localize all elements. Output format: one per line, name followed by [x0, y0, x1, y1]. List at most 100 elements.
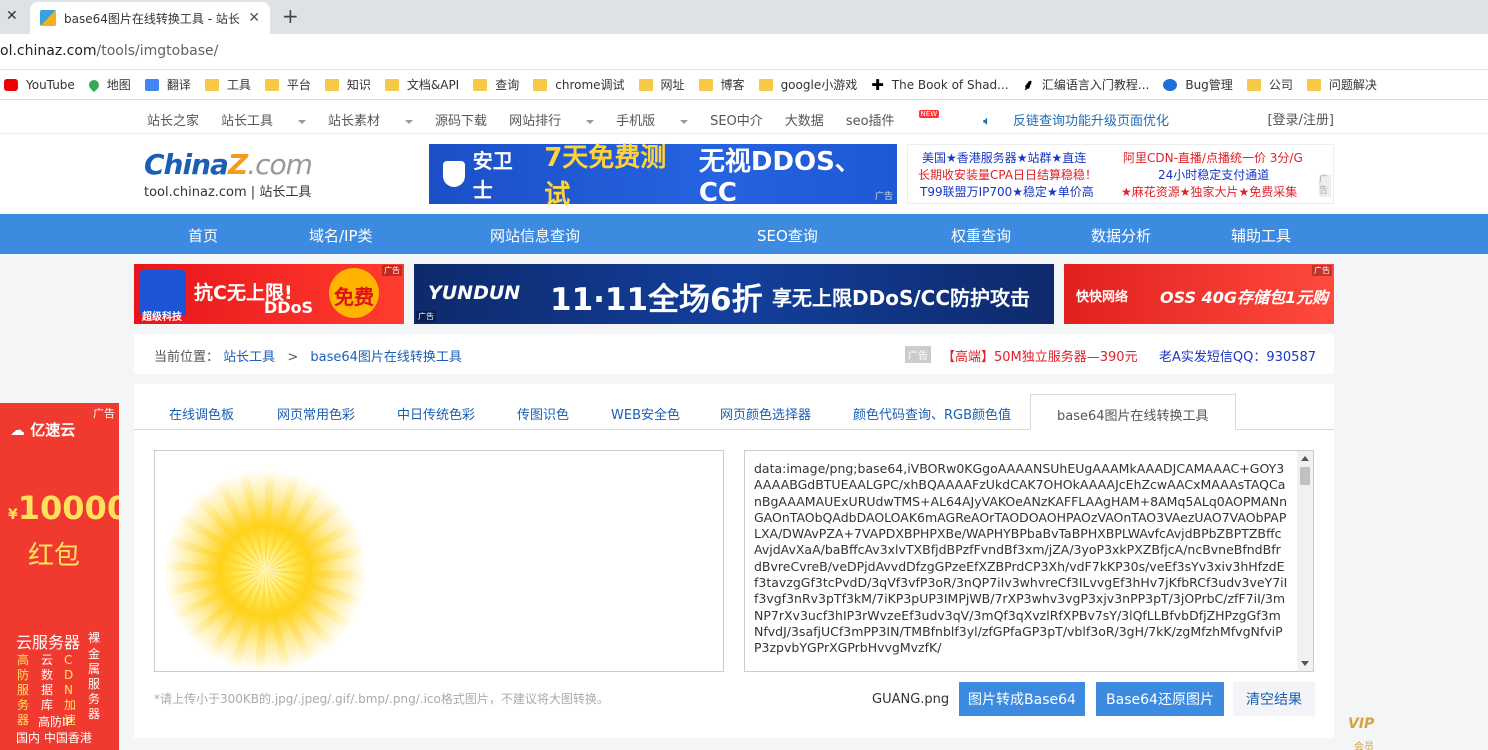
- topnav-notice-link[interactable]: 🔈︎ 反链查询功能升级页面优化: [983, 110, 1191, 129]
- restore-image-button[interactable]: Base64还原图片: [1096, 682, 1224, 716]
- bookmark-label: 汇编语言入门教程...: [1041, 78, 1150, 92]
- topnav-item-home[interactable]: 站长之家: [147, 110, 199, 129]
- new-tab-plus-icon[interactable]: +: [282, 4, 299, 28]
- scrollbar-thumb[interactable]: [1300, 467, 1310, 485]
- to-base64-button[interactable]: 图片转成Base64: [959, 682, 1085, 716]
- promo-link[interactable]: 【高端】50M独立服务器—390元: [942, 346, 1138, 365]
- banner-ad-yundun[interactable]: YUNDUN 11·11全场6折 享无上限DDoS/CC防护攻击 广告: [414, 264, 1054, 324]
- folder-icon: [204, 78, 219, 91]
- scroll-up-icon[interactable]: [1301, 456, 1309, 461]
- bookmark-item[interactable]: ✚ The Book of Shad...: [871, 75, 1008, 94]
- bookmark-item[interactable]: 工具: [204, 76, 251, 93]
- mainnav-item-domain[interactable]: 域名/IP类: [309, 225, 373, 246]
- topnav-item-plugin[interactable]: seo插件 NEW: [846, 110, 961, 129]
- text-ad-link[interactable]: 24小时稳定支付通道: [1158, 166, 1269, 183]
- mainnav-item-home[interactable]: 首页: [188, 225, 218, 246]
- text-ad-link[interactable]: ★麻花资源★独家大片★免费采集: [1121, 183, 1297, 200]
- bookmark-item[interactable]: ⸙ 汇编语言入门教程...: [1023, 76, 1150, 93]
- image-upload-area[interactable]: [154, 450, 724, 672]
- mainnav-item-weight[interactable]: 权重查询: [951, 225, 1011, 246]
- vip-badge[interactable]: VIP 会员: [1344, 700, 1388, 750]
- tab-web-safe[interactable]: WEB安全色: [611, 404, 680, 423]
- bookmark-item[interactable]: 问题解决: [1306, 76, 1377, 93]
- ad-highlight: 7天免费测试: [544, 143, 667, 210]
- tab-image-color-pick[interactable]: 传图识色: [517, 404, 569, 423]
- topnav-item-bigdata[interactable]: 大数据: [785, 110, 824, 129]
- header-ad-banner[interactable]: 安卫士 7天免费测试 无视DDOS、CC 广告: [429, 143, 897, 210]
- banner-ad-kuaikuai[interactable]: 快快网络 OSS 40G存储包1元购 广告: [1064, 264, 1334, 324]
- topnav-item-assets[interactable]: 站长素材: [328, 110, 414, 129]
- side-ad-col: 高防服务器: [17, 653, 30, 727]
- site-logo[interactable]: ChinaZ.com tool.chinaz.com | 站长工具: [144, 148, 313, 200]
- topnav-item-rank[interactable]: 网站排行: [509, 110, 595, 129]
- text-ad-link[interactable]: 美国★香港服务器★站群★直连: [922, 149, 1086, 166]
- mainnav-item-aux[interactable]: 辅助工具: [1231, 225, 1291, 246]
- topnav-item-label: 手机版: [616, 114, 656, 129]
- bookmark-item[interactable]: YouTube: [4, 78, 75, 92]
- tab-common-colors[interactable]: 网页常用色彩: [277, 404, 355, 423]
- speaker-icon: 🔈︎: [983, 114, 991, 129]
- bookmark-label: 查询: [495, 78, 520, 92]
- bookmark-item[interactable]: 知识: [324, 76, 371, 93]
- bookmark-item[interactable]: 翻译: [144, 76, 191, 93]
- topnav-item-source[interactable]: 源码下载: [435, 110, 487, 129]
- mainnav-item-seo[interactable]: SEO查询: [757, 225, 818, 246]
- topnav-item-tools[interactable]: 站长工具: [221, 110, 307, 129]
- close-icon[interactable]: ✕: [248, 10, 260, 26]
- text-ad-link[interactable]: T99联盟万IP700★稳定★单价高: [920, 183, 1094, 200]
- ad-tag: 广告: [1319, 175, 1331, 197]
- url-text[interactable]: ol.chinaz.com/tools/imgtobase/: [0, 43, 218, 59]
- banner-brand: YUNDUN: [428, 282, 521, 304]
- bookmark-item[interactable]: 查询: [473, 76, 519, 93]
- bookmark-item[interactable]: google小游戏: [758, 76, 857, 93]
- browser-tab-active[interactable]: base64图片在线转换工具 - 站长 ✕: [30, 2, 270, 34]
- side-ad-yisuyun[interactable]: ☁︎ 亿速云 广告 ¥10000 红包 云服务器 裸 高防服务器 云数据库 CD…: [0, 403, 119, 750]
- bookmark-item[interactable]: 平台: [264, 76, 311, 93]
- clear-result-button[interactable]: 清空结果: [1233, 682, 1315, 716]
- upload-hint: *请上传小于300KB的.jpg/.jpeg/.gif/.bmp/.png/.i…: [154, 692, 609, 706]
- bookmark-item[interactable]: 公司: [1246, 76, 1293, 93]
- bookmark-item[interactable]: 地图: [86, 76, 131, 93]
- bookmark-label: 知识: [346, 78, 371, 92]
- login-register-link[interactable]: [登录/注册]: [1267, 109, 1334, 128]
- bookmark-item[interactable]: 博客: [698, 76, 745, 93]
- scrollbar[interactable]: [1297, 451, 1313, 671]
- topnav-item-mobile[interactable]: 手机版: [616, 110, 689, 129]
- text-ad-link[interactable]: 阿里CDN-直播/点播统一价 3分/G: [1123, 149, 1303, 166]
- bookmark-item[interactable]: 网址: [638, 76, 685, 93]
- cross-icon: ✚: [871, 75, 884, 94]
- banner-ad-ddos-free[interactable]: 超级科技 抗C无上限! DDoS 免费 广告: [134, 264, 404, 324]
- tab-title: base64图片在线转换工具 - 站长: [64, 11, 240, 26]
- breadcrumb-link-tools[interactable]: 站长工具: [223, 350, 275, 365]
- bookmark-item[interactable]: Bug管理: [1163, 76, 1233, 93]
- tab-traditional-colors[interactable]: 中日传统色彩: [397, 404, 475, 423]
- shield-icon: [443, 161, 465, 187]
- header-text-ads: 美国★香港服务器★站群★直连 长期收安装量CPA日日结算稳稳！ T99联盟万IP…: [907, 144, 1334, 204]
- base64-output-textarea[interactable]: data:image/png;base64,iVBORw0KGgoAAAANSU…: [744, 450, 1314, 672]
- banner-brand: 超级科技: [142, 312, 182, 323]
- tab-rgb-query[interactable]: 颜色代码查询、RGB颜色值: [853, 404, 1011, 423]
- bookmark-item[interactable]: chrome调试: [533, 76, 625, 93]
- banner-text: 享无上限DDoS/CC防护攻击: [772, 286, 1031, 310]
- breadcrumb-link-current[interactable]: base64图片在线转换工具: [310, 350, 462, 365]
- bookmark-label: 翻译: [166, 78, 191, 92]
- mainnav-item-analytics[interactable]: 数据分析: [1091, 225, 1151, 246]
- side-ad-row: 高防IP: [38, 715, 73, 729]
- address-bar[interactable]: ol.chinaz.com/tools/imgtobase/: [0, 34, 1488, 70]
- promo-link[interactable]: 老A实发短信QQ：930587: [1159, 346, 1316, 365]
- topnav-item-label: 站长工具: [221, 114, 274, 129]
- close-icon[interactable]: ✕: [6, 8, 18, 24]
- topnav-item-seo[interactable]: SEO中介: [710, 110, 763, 129]
- brand-text: 亿速云: [30, 421, 76, 439]
- tab-palette[interactable]: 在线调色板: [169, 404, 234, 423]
- tab-base64-image[interactable]: base64图片在线转换工具: [1030, 394, 1236, 430]
- site-header: ChinaZ.com tool.chinaz.com | 站长工具 安卫士 7天…: [0, 134, 1488, 214]
- banner-text: 11·11全场6折: [550, 282, 763, 318]
- topnav-item-label: 站长素材: [328, 114, 381, 129]
- mainnav-item-siteinfo[interactable]: 网站信息查询: [490, 225, 580, 246]
- scroll-down-icon[interactable]: [1301, 661, 1309, 666]
- text-ad-link[interactable]: 长期收安装量CPA日日结算稳稳！: [918, 166, 1097, 183]
- tab-color-picker[interactable]: 网页颜色选择器: [720, 404, 811, 423]
- folder-icon: [264, 78, 279, 91]
- bookmark-item[interactable]: 文档&API: [384, 76, 459, 93]
